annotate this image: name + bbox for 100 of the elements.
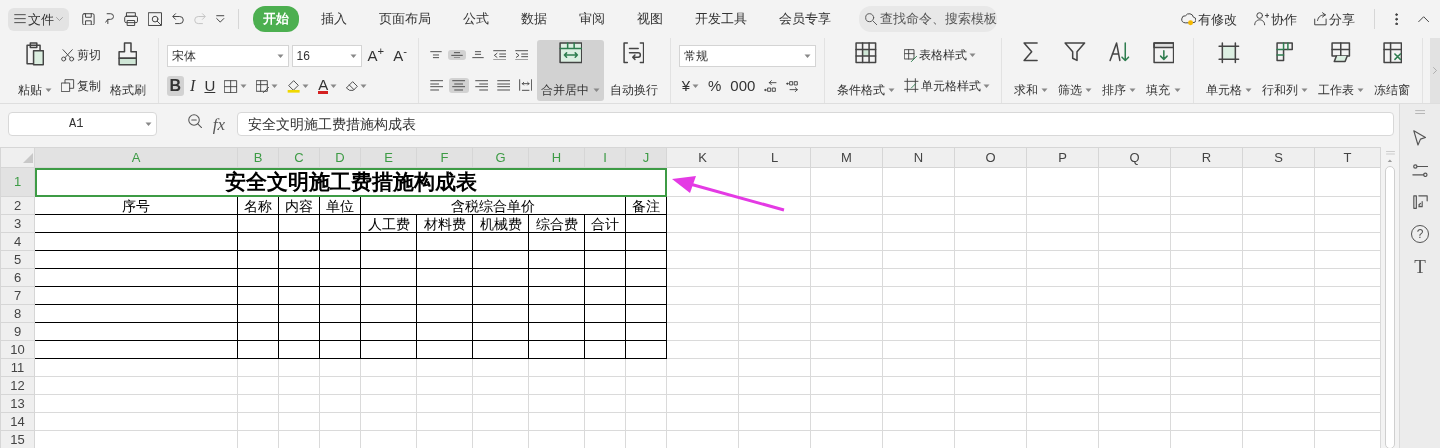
scissors-icon <box>61 48 75 62</box>
column-header[interactable]: P <box>1026 147 1099 168</box>
table-cell: 合计 <box>584 214 626 233</box>
menu-tab[interactable]: 开发工具 <box>684 6 757 32</box>
align-center-button[interactable] <box>449 78 469 93</box>
format-button[interactable]: 000 <box>727 76 759 97</box>
menu-tab[interactable]: 审阅 <box>568 6 615 32</box>
column-header[interactable]: S <box>1242 147 1315 168</box>
caret-icon <box>1357 87 1365 93</box>
fill-down-button[interactable]: 填充 <box>1142 40 1185 101</box>
bold-button[interactable]: B <box>166 76 185 97</box>
freeze-button[interactable]: 冻结窗 <box>1370 40 1415 101</box>
caret-icon <box>1040 87 1048 93</box>
sigma-button[interactable]: 求和 <box>1009 40 1052 101</box>
grid-pencil-icon <box>255 79 269 93</box>
number-format-select[interactable]: 常规 <box>678 44 816 67</box>
table-cell: 综合费 <box>528 214 585 233</box>
format-button[interactable]: % <box>705 76 725 97</box>
caret-icon <box>1085 87 1093 93</box>
column-header[interactable]: K <box>666 147 739 168</box>
menu-tab[interactable]: 页面布局 <box>368 6 441 32</box>
italic-button[interactable]: I <box>187 76 199 97</box>
caret-icon <box>330 84 338 89</box>
filter-button[interactable]: 筛选 <box>1053 40 1097 101</box>
save-icon <box>82 12 95 26</box>
chevron-down-icon <box>56 17 63 21</box>
scroll-up-button[interactable] <box>1387 158 1393 163</box>
font-select[interactable]: 宋体 <box>166 44 289 67</box>
clipboard-icon <box>25 42 45 66</box>
sliders-icon <box>1411 163 1429 178</box>
borders-icon <box>224 79 238 93</box>
hook-icon <box>104 13 114 25</box>
merge-cells-button[interactable]: 合并居中 <box>537 40 604 101</box>
scissors-button[interactable]: 剪切 <box>58 45 104 66</box>
layout-icon <box>1412 195 1428 210</box>
column-header[interactable]: T <box>1314 147 1381 168</box>
underline-button[interactable]: U <box>201 76 219 97</box>
column-header[interactable]: O <box>954 147 1027 168</box>
sort-button[interactable]: 排序 <box>1098 40 1141 101</box>
decimal-increase-icon <box>764 80 778 93</box>
sheet-icon <box>1331 42 1351 63</box>
format-button[interactable]: ¥ <box>678 76 702 97</box>
menu-tab[interactable]: 视图 <box>626 6 673 32</box>
menu-icon <box>14 14 26 24</box>
caret-icon <box>360 84 368 89</box>
align-center-icon <box>452 80 466 91</box>
filter-icon <box>1064 42 1086 62</box>
decimal-decrease-icon <box>786 80 799 92</box>
column-header[interactable]: N <box>882 147 955 168</box>
copy-button[interactable]: 复制 <box>58 75 104 96</box>
scrollbar-thumb[interactable] <box>1385 166 1395 448</box>
file-menu-button[interactable]: 文件 <box>8 7 69 31</box>
rows-columns-button[interactable]: 行和列 <box>1257 40 1313 101</box>
menu-tab[interactable]: 插入 <box>310 6 357 32</box>
name-box[interactable]: A1 <box>8 112 157 136</box>
formula-field[interactable]: 安全文明施工费措施构成表 <box>237 112 1394 136</box>
format-button[interactable]: A$^{-}$ <box>390 45 410 66</box>
caret-icon <box>239 84 247 89</box>
font-size-select[interactable]: 16 <box>291 44 362 67</box>
print-preview-icon <box>148 11 163 27</box>
column-header[interactable]: L <box>738 147 811 168</box>
column-header[interactable]: M <box>810 147 883 168</box>
table-pencil-button[interactable]: 表格样式 <box>900 45 980 66</box>
fill-down-icon <box>1152 42 1175 64</box>
wrap-text-button[interactable]: 自动换行 <box>605 40 662 101</box>
menu-tab[interactable]: 公式 <box>452 6 499 32</box>
save-button[interactable] <box>79 10 98 28</box>
table-cell: 材料费 <box>416 214 473 233</box>
align-middle-button[interactable] <box>447 49 466 61</box>
function-label[interactable]: fx <box>212 112 226 138</box>
cell-button[interactable]: 单元格 <box>1201 40 1256 101</box>
cell-pencil-button[interactable]: 单元格样式 <box>900 75 993 96</box>
table-cell: 名称 <box>237 196 279 215</box>
collapse-icon <box>1417 15 1429 23</box>
search-field[interactable]: 查找命令、搜索模板 <box>858 6 997 32</box>
caret-icon <box>803 53 811 58</box>
caret-icon <box>1173 87 1181 93</box>
brush-button[interactable]: 格式刷 <box>105 40 150 101</box>
caret-icon <box>1129 87 1137 93</box>
menu-tab[interactable]: 数据 <box>510 6 557 32</box>
save-status-button[interactable]: 有修改 <box>1177 10 1241 28</box>
sheet-button[interactable]: 工作表 <box>1314 40 1369 101</box>
help-button[interactable]: ? <box>1411 225 1429 244</box>
chevron-right-icon <box>1433 67 1437 74</box>
caret-icon <box>1301 87 1309 93</box>
grip-icon <box>1385 151 1395 155</box>
menu-tab[interactable]: 会员专享 <box>768 6 841 32</box>
column-header[interactable]: R <box>1170 147 1243 168</box>
wrap-text-icon <box>622 42 645 64</box>
font-color-button[interactable]: A <box>315 76 341 97</box>
clipboard-button[interactable]: 粘贴 <box>14 40 57 101</box>
table-button[interactable]: 条件格式 <box>832 40 899 101</box>
collaborate-button[interactable]: 协作 <box>1250 10 1301 28</box>
merge-cells-icon <box>558 42 583 64</box>
format-button[interactable]: A$^{+}$ <box>364 45 388 66</box>
column-header[interactable]: Q <box>1098 147 1171 168</box>
share-button[interactable]: 分享 <box>1310 10 1358 28</box>
text-tool-button[interactable]: T <box>1414 257 1426 277</box>
table-icon <box>854 42 877 64</box>
caret-icon <box>302 84 310 89</box>
